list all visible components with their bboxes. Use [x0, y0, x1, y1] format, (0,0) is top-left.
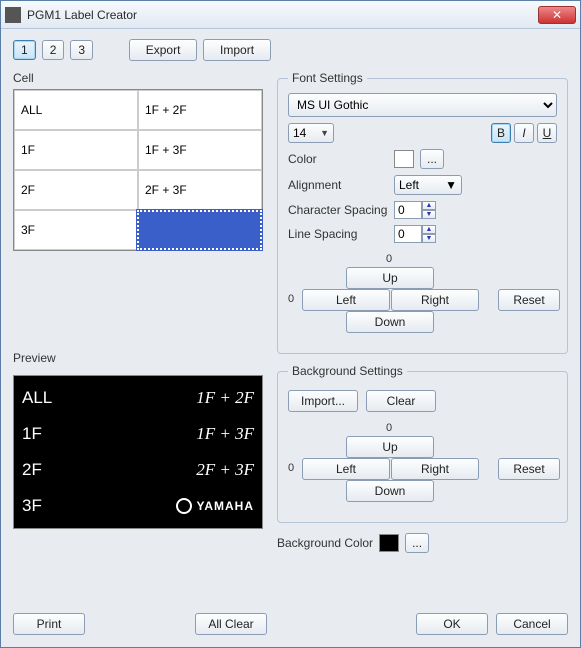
alignment-label: Alignment	[288, 178, 388, 192]
font-family-select[interactable]: MS UI Gothic	[288, 93, 557, 117]
cell-3-1[interactable]	[137, 210, 262, 250]
cell-3-0[interactable]: 3F	[14, 210, 137, 250]
print-button[interactable]: Print	[13, 613, 85, 635]
linespace-spinner[interactable]: ▲▼	[394, 225, 436, 243]
cell-2-0[interactable]: 2F	[14, 170, 138, 210]
font-down-button[interactable]: Down	[346, 311, 434, 333]
cell-2-1[interactable]: 2F + 3F	[138, 170, 262, 210]
spin-down-icon[interactable]: ▼	[422, 210, 436, 219]
yamaha-text: YAMAHA	[196, 499, 254, 513]
font-size-select[interactable]: 14▼	[288, 123, 334, 143]
preview-panel: ALL 1F + 2F 1F 1F + 3F 2F 2F + 3F 3F	[13, 375, 263, 529]
font-color-label: Color	[288, 152, 388, 166]
font-color-picker-button[interactable]: ...	[420, 149, 444, 169]
app-window: PGM1 Label Creator ✕ 1 2 3 Export Import…	[0, 0, 581, 648]
cell-1-0[interactable]: 1F	[14, 130, 138, 170]
font-settings-group: Font Settings MS UI Gothic 14▼ B I U	[277, 71, 568, 354]
alignment-select[interactable]: Left▼	[394, 175, 462, 195]
yamaha-mark-icon	[176, 498, 192, 514]
preview-2-l: 2F	[22, 460, 196, 480]
import-button[interactable]: Import	[203, 39, 271, 61]
titlebar: PGM1 Label Creator ✕	[1, 1, 580, 29]
bg-legend: Background Settings	[288, 364, 407, 378]
cell-0-0[interactable]: ALL	[14, 90, 138, 130]
bg-offset-y: 0	[386, 422, 392, 434]
close-button[interactable]: ✕	[538, 6, 576, 24]
preview-0-r: 1F + 2F	[196, 388, 254, 408]
tab-2-button[interactable]: 2	[42, 40, 65, 60]
bg-import-button[interactable]: Import...	[288, 390, 358, 412]
font-legend: Font Settings	[288, 71, 367, 85]
spin-down-icon[interactable]: ▼	[422, 234, 436, 243]
font-reset-button[interactable]: Reset	[498, 289, 560, 311]
background-settings-group: Background Settings Import... Clear 0 0 …	[277, 364, 568, 523]
bg-up-button[interactable]: Up	[346, 436, 434, 458]
cell-label: Cell	[13, 71, 263, 85]
cancel-button[interactable]: Cancel	[496, 613, 568, 635]
bg-reset-button[interactable]: Reset	[498, 458, 560, 480]
top-toolbar: 1 2 3 Export Import	[13, 39, 568, 61]
bg-color-swatch[interactable]	[379, 534, 399, 552]
spin-up-icon[interactable]: ▲	[422, 225, 436, 234]
font-left-button[interactable]: Left	[302, 289, 390, 311]
window-title: PGM1 Label Creator	[27, 8, 538, 22]
font-right-button[interactable]: Right	[391, 289, 479, 311]
cell-grid: ALL 1F + 2F 1F 1F + 3F 2F 2F + 3F 3F	[13, 89, 263, 251]
preview-0-l: ALL	[22, 388, 196, 408]
chevron-down-icon: ▼	[320, 128, 329, 138]
bg-color-picker-button[interactable]: ...	[405, 533, 429, 553]
tab-1-button[interactable]: 1	[13, 40, 36, 60]
bg-color-label: Background Color	[277, 536, 373, 550]
font-offset-y: 0	[386, 253, 392, 265]
preview-1-r: 1F + 3F	[196, 424, 254, 444]
cell-0-1[interactable]: 1F + 2F	[138, 90, 262, 130]
tab-3-button[interactable]: 3	[70, 40, 93, 60]
export-button[interactable]: Export	[129, 39, 197, 61]
bg-down-button[interactable]: Down	[346, 480, 434, 502]
font-color-swatch[interactable]	[394, 150, 414, 168]
close-icon: ✕	[552, 8, 562, 22]
cell-1-1[interactable]: 1F + 3F	[138, 130, 262, 170]
spin-up-icon[interactable]: ▲	[422, 201, 436, 210]
font-dpad: 0 0 Up Left Right Down Reset	[288, 253, 557, 343]
chevron-down-icon: ▼	[445, 178, 457, 192]
preview-2-r: 2F + 3F	[196, 460, 254, 480]
font-up-button[interactable]: Up	[346, 267, 434, 289]
bg-left-button[interactable]: Left	[302, 458, 390, 480]
font-offset-x: 0	[288, 293, 294, 305]
app-icon	[5, 7, 21, 23]
bg-right-button[interactable]: Right	[391, 458, 479, 480]
bold-button[interactable]: B	[491, 123, 511, 143]
charspace-input[interactable]	[394, 201, 422, 219]
underline-button[interactable]: U	[537, 123, 557, 143]
ok-button[interactable]: OK	[416, 613, 488, 635]
preview-3-l: 3F	[22, 496, 176, 516]
charspace-spinner[interactable]: ▲▼	[394, 201, 436, 219]
preview-1-l: 1F	[22, 424, 196, 444]
yamaha-logo: YAMAHA	[176, 498, 254, 514]
bg-offset-x: 0	[288, 462, 294, 474]
linespace-input[interactable]	[394, 225, 422, 243]
charspace-label: Character Spacing	[288, 203, 388, 217]
preview-label: Preview	[13, 351, 263, 365]
footer: Print All Clear OK Cancel	[13, 613, 568, 635]
bg-dpad: 0 0 Up Left Right Down Reset	[288, 422, 557, 512]
linespace-label: Line Spacing	[288, 227, 388, 241]
italic-button[interactable]: I	[514, 123, 534, 143]
all-clear-button[interactable]: All Clear	[195, 613, 267, 635]
bg-clear-button[interactable]: Clear	[366, 390, 436, 412]
